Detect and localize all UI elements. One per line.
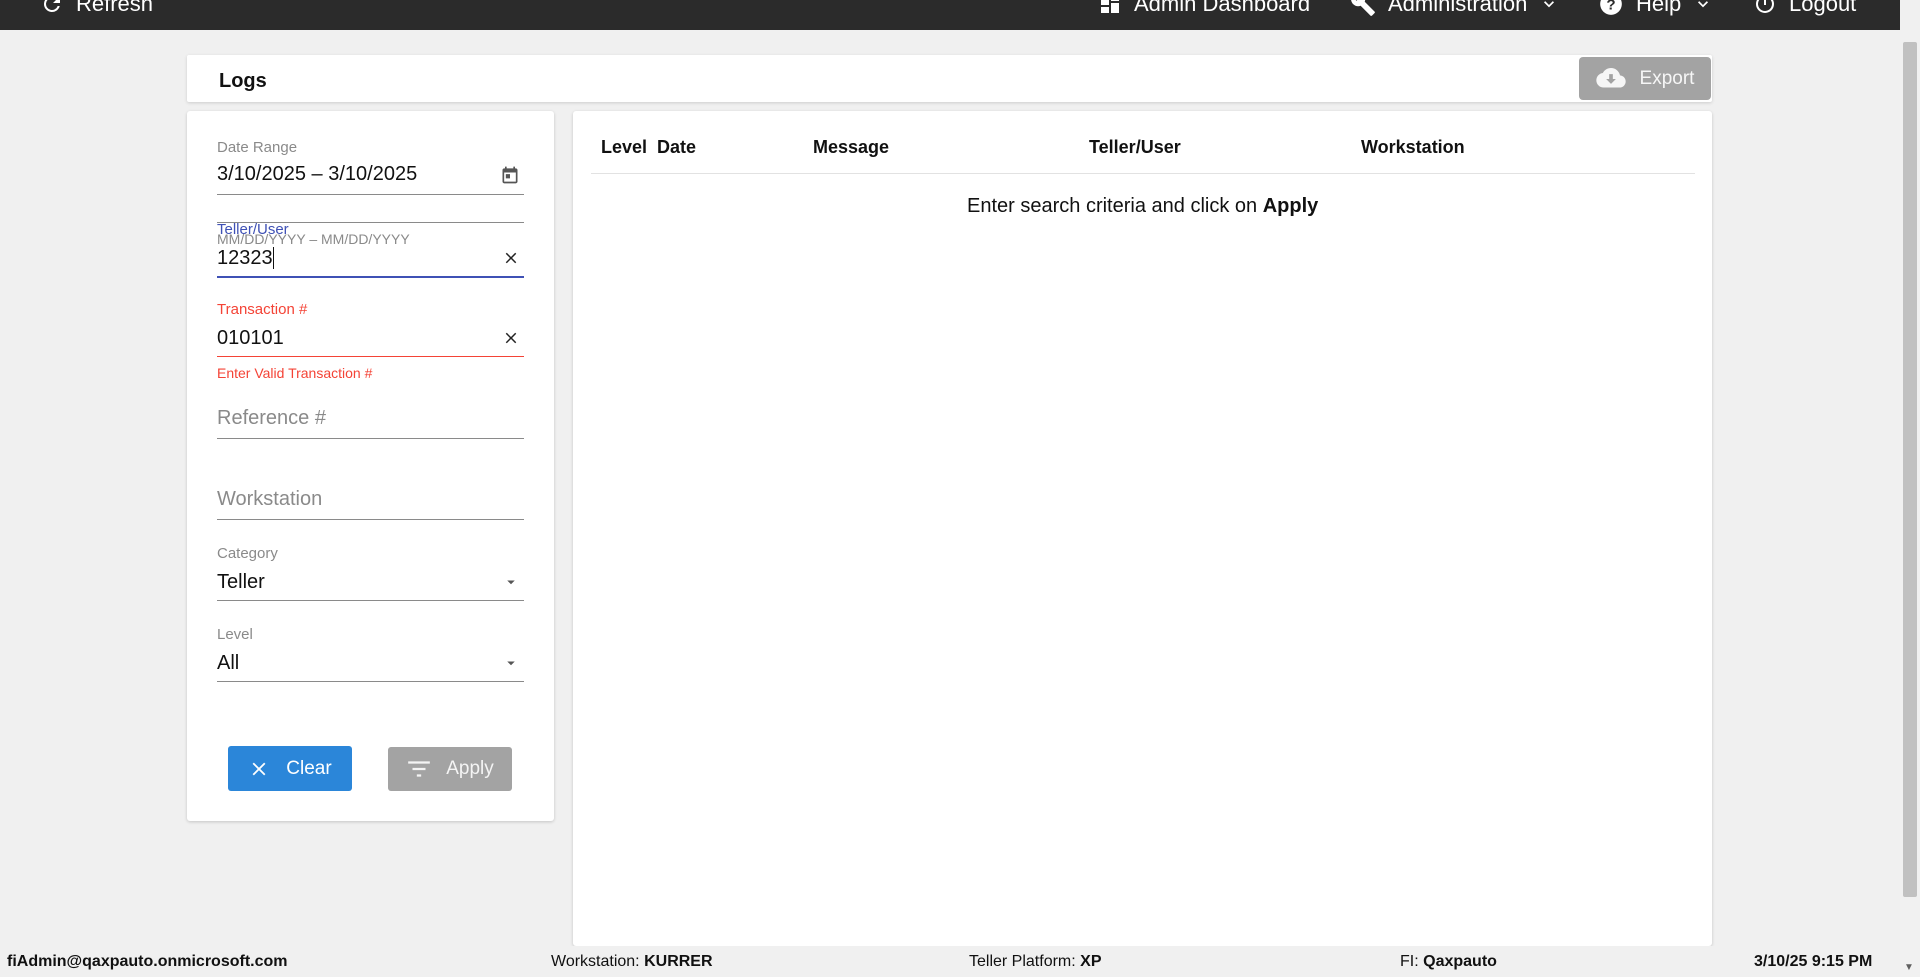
teller-user-label: Teller/User [217,221,289,238]
reference-input[interactable]: Reference # [217,407,326,430]
date-range-label: Date Range [217,139,298,156]
category-label: Category [217,545,278,562]
clear-label: Clear [286,757,332,779]
level-label: Level [217,626,253,643]
date-range-value[interactable]: 3/10/2025 – 3/10/2025 [217,163,417,186]
chevron-down-icon [1698,1,1709,8]
calendar-icon[interactable] [500,165,520,185]
footer-fi-value: Qaxpauto [1423,953,1497,970]
refresh-button[interactable]: Refresh [40,0,153,16]
date-range-underline [217,194,524,195]
workstation-field[interactable]: Workstation [217,488,524,538]
apply-button[interactable]: Apply [388,747,512,791]
help-label: Help [1636,0,1682,16]
logout-button[interactable]: Logout [1753,0,1856,16]
reference-field[interactable]: Reference # [217,407,524,457]
page-title: Logs [219,70,267,92]
footer-workstation-label: Workstation: [551,953,640,970]
dropdown-arrow-icon[interactable] [502,573,520,591]
level-value[interactable]: All [217,652,239,675]
transaction-error: Enter Valid Transaction # [217,365,373,381]
svg-text:?: ? [1606,0,1615,13]
help-icon: ? [1600,0,1622,15]
footer-workstation: Workstation: KURRER [551,953,713,971]
close-icon[interactable] [502,249,520,267]
help-menu[interactable]: ? Help [1598,0,1713,16]
footer-platform: Teller Platform: XP [969,953,1102,971]
level-select[interactable]: Level All [217,626,524,686]
footer-platform-value: XP [1080,953,1102,970]
teller-user-input[interactable]: 12323 [217,247,273,270]
empty-state-message: Enter search criteria and click on Apply [967,195,1318,218]
transaction-label: Transaction # [217,301,308,318]
text-cursor [273,247,274,269]
wrench-icon [1351,0,1375,16]
teller-user-underline [217,276,524,278]
teller-user-field[interactable]: Teller/User 12323 [217,221,524,281]
category-underline [217,600,524,601]
administration-label: Administration [1388,0,1528,16]
administration-menu[interactable]: Administration [1350,0,1559,16]
export-label: Export [1639,67,1695,89]
refresh-icon [44,0,60,12]
clear-button[interactable]: Clear [228,746,352,791]
footer-fi: FI: Qaxpauto [1400,953,1497,971]
chevron-down-icon [1544,1,1555,8]
results-panel: Level Date Message Teller/User Workstati… [573,111,1712,946]
transaction-input[interactable]: 010101 [217,327,284,350]
workstation-input[interactable]: Workstation [217,488,322,511]
footer-datetime: 3/10/25 9:15 PM [1754,953,1873,970]
scroll-down-arrow-icon[interactable]: ▼ [1904,962,1914,973]
reference-underline [217,438,524,439]
empty-state-text: Enter search criteria and click on [967,195,1263,217]
filter-icon [408,761,431,777]
footer-user: fiAdmin@qaxpauto.onmicrosoft.com [7,953,288,970]
cloud-download-icon [1595,67,1626,88]
dropdown-arrow-icon[interactable] [502,654,520,672]
column-header-teller-user[interactable]: Teller/User [1089,137,1181,158]
category-value[interactable]: Teller [217,571,265,594]
date-range-field[interactable]: Date Range 3/10/2025 – 3/10/2025 MM/DD/Y… [217,139,524,247]
close-icon[interactable] [502,329,520,347]
workstation-underline [217,519,524,520]
apply-label: Apply [446,758,494,779]
scrollbar-thumb[interactable] [1903,42,1917,897]
logout-label: Logout [1789,0,1857,16]
admin-dashboard-link[interactable]: Admin Dashboard [1098,0,1310,16]
admin-dashboard-label: Admin Dashboard [1134,0,1311,16]
refresh-label: Refresh [76,0,154,16]
transaction-underline [217,356,524,357]
empty-state-action: Apply [1262,195,1319,217]
export-button[interactable]: Export [1579,57,1711,100]
table-header-divider [591,173,1695,174]
level-underline [217,681,524,682]
transaction-field[interactable]: Transaction # 010101 Enter Valid Transac… [217,301,524,391]
power-icon [1755,0,1774,13]
status-bar: fiAdmin@qaxpauto.onmicrosoft.com Worksta… [0,946,1900,977]
close-icon [252,762,266,775]
column-header-workstation[interactable]: Workstation [1361,137,1465,158]
footer-workstation-value: KURRER [644,953,713,970]
top-nav-bar: Refresh Admin Dashboard Administration ?… [0,0,1900,30]
page-header-card: Logs [187,55,1712,102]
column-header-date[interactable]: Date [657,137,696,158]
page-scrollbar[interactable]: ▼ [1900,30,1920,977]
dashboard-icon [1101,0,1119,13]
category-select[interactable]: Category Teller [217,545,524,605]
footer-fi-label: FI: [1400,953,1419,970]
column-header-message[interactable]: Message [813,137,889,158]
filter-panel: Date Range 3/10/2025 – 3/10/2025 MM/DD/Y… [187,111,554,821]
footer-platform-label: Teller Platform: [969,953,1076,970]
column-header-level[interactable]: Level [601,137,647,158]
